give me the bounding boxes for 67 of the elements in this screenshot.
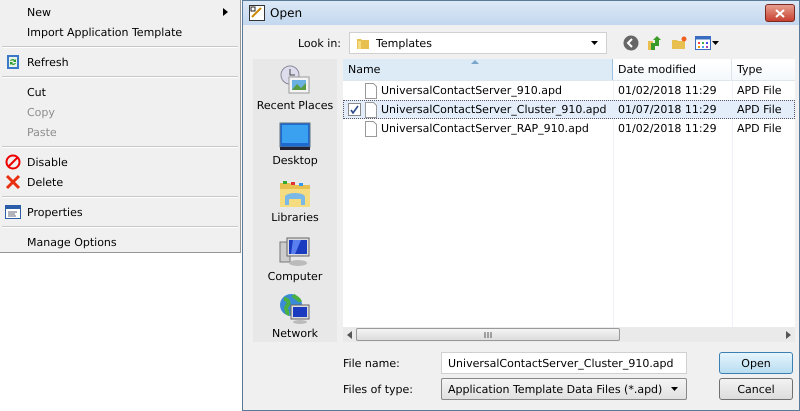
file-name-label: File name:	[343, 356, 401, 370]
file-type-label: Files of type:	[343, 382, 414, 396]
column-header[interactable]: Name	[343, 59, 613, 80]
file-type: APD File	[737, 103, 782, 116]
file-name: UniversalContactServer_910.apd	[381, 84, 562, 97]
menu-item[interactable]: Cut	[0, 82, 240, 102]
dropdown-arrow-icon	[671, 387, 678, 391]
menu-item[interactable]: Refresh	[0, 52, 240, 72]
folder-icon	[356, 36, 370, 50]
close-icon	[775, 8, 785, 18]
place-item[interactable]: Network	[272, 293, 318, 342]
scroll-left-icon[interactable]	[347, 330, 352, 338]
libraries-icon	[278, 179, 311, 209]
submenu-arrow-icon	[223, 8, 228, 16]
look-in-dropdown[interactable]: Templates	[349, 32, 607, 54]
place-item[interactable]: Computer	[268, 236, 322, 285]
network-icon	[279, 293, 311, 325]
properties-icon	[4, 205, 20, 219]
file-icon	[365, 120, 377, 136]
desktop-icon	[279, 122, 311, 152]
computer-icon	[279, 236, 311, 268]
file-date: 01/07/2018 11:29	[618, 103, 717, 116]
file-date: 01/02/2018 11:29	[618, 84, 717, 97]
file-row[interactable]: UniversalContactServer_Cluster_910.apd 01/07/2018 11:29 APD File	[343, 100, 795, 119]
file-name: UniversalContactServer_RAP_910.apd	[381, 122, 589, 135]
place-item[interactable]: Recent Places	[256, 65, 334, 114]
look-in-label: Look in:	[297, 36, 342, 50]
refresh-icon	[6, 54, 20, 70]
view-menu-button[interactable]	[695, 36, 719, 50]
file-type-dropdown[interactable]: Application Template Data Files (*.apd)	[441, 378, 687, 400]
up-folder-icon[interactable]	[647, 35, 663, 51]
file-name: UniversalContactServer_Cluster_910.apd	[381, 103, 607, 116]
back-icon[interactable]	[623, 35, 639, 51]
file-row[interactable]: UniversalContactServer_910.apd 01/02/2018 11:29 APD File	[343, 81, 795, 100]
window-title: Open	[270, 6, 302, 20]
file-icon	[365, 82, 377, 98]
sort-arrow-icon	[471, 60, 479, 64]
menu-item[interactable]: Import Application Template	[0, 22, 240, 42]
menu-item[interactable]: Manage Options	[0, 232, 240, 252]
new-folder-icon[interactable]	[671, 35, 687, 51]
cancel-button[interactable]: Cancel	[719, 378, 793, 400]
place-item[interactable]: Libraries	[271, 179, 319, 228]
dropdown-arrow-icon	[712, 41, 719, 45]
horizontal-scrollbar[interactable]	[343, 327, 795, 342]
file-date: 01/02/2018 11:29	[618, 122, 717, 135]
view-grid-icon	[695, 36, 711, 50]
menu-item[interactable]: New	[0, 2, 240, 22]
menu-item[interactable]: Properties	[0, 202, 240, 222]
column-header[interactable]: Type	[732, 59, 795, 80]
column-header[interactable]: Date modified	[613, 59, 732, 80]
scroll-right-icon[interactable]	[786, 330, 791, 338]
file-type: APD File	[737, 122, 782, 135]
close-button[interactable]	[765, 4, 795, 22]
file-name-field[interactable]: UniversalContactServer_Cluster_910.apd	[441, 352, 687, 374]
file-type: APD File	[737, 84, 782, 97]
prohibited-icon	[4, 154, 20, 170]
file-icon	[365, 102, 377, 118]
checkbox[interactable]	[348, 103, 361, 116]
scrollbar-thumb[interactable]	[356, 328, 620, 341]
open-button[interactable]: Open	[719, 352, 793, 374]
app-icon	[249, 5, 265, 21]
menu-item[interactable]: Disable	[0, 152, 240, 172]
file-row[interactable]: UniversalContactServer_RAP_910.apd 01/02/2018 11:29 APD File	[343, 119, 795, 138]
delete-icon	[4, 174, 20, 190]
place-item[interactable]: Desktop	[272, 122, 318, 171]
dropdown-arrow-icon	[591, 41, 598, 45]
menu-item[interactable]: Delete	[0, 172, 240, 192]
